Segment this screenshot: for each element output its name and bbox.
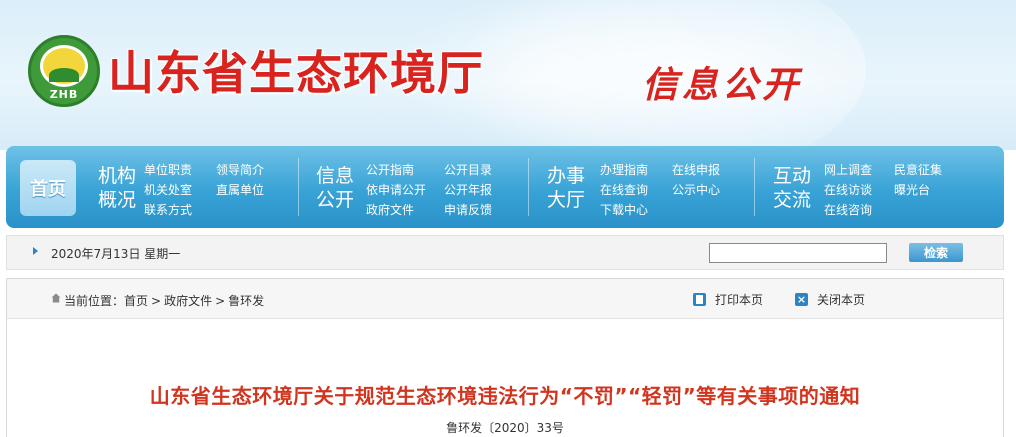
breadcrumb-separator: >: [151, 294, 162, 308]
main-nav: 首页 机构 概况 单位职责 领导简介 机关处室 直属单位 联系方式 信息 公开 …: [6, 146, 1004, 228]
breadcrumb: 当前位置：首页 > 政府文件 > 鲁环发: [64, 292, 264, 309]
search-button[interactable]: 检索: [909, 243, 963, 262]
page: ZHB 山东省生态环境厅 信息公开 首页 机构 概况 单位职责 领导简介 机关处…: [0, 0, 1016, 437]
nav-group-organization: 机构 概况 单位职责 领导简介 机关处室 直属单位 联系方式: [94, 146, 294, 228]
nav-item-disclosure-guide[interactable]: 公开指南: [366, 161, 414, 178]
logo-text: ZHB: [49, 88, 79, 101]
close-page-button[interactable]: × 关闭本页: [795, 291, 865, 308]
site-logo[interactable]: ZHB: [28, 35, 100, 107]
nav-item-publicity-center[interactable]: 公示中心: [672, 181, 720, 198]
breadcrumb-current[interactable]: 鲁环发: [228, 294, 264, 308]
nav-divider: [528, 158, 529, 216]
home-icon: [51, 293, 61, 303]
nav-item-annual-report[interactable]: 公开年报: [444, 181, 492, 198]
nav-divider: [298, 158, 299, 216]
arrow-right-icon: [33, 247, 38, 255]
nav-item-public-opinion[interactable]: 民意征集: [894, 161, 942, 178]
nav-item-online-consultation[interactable]: 在线咨询: [824, 201, 872, 218]
breadcrumb-bar: 当前位置：首页 > 政府文件 > 鲁环发 打印本页 × 关闭本页: [7, 279, 1003, 319]
nav-item-online-query[interactable]: 在线查询: [600, 181, 648, 198]
nav-item-disclosure-catalog[interactable]: 公开目录: [444, 161, 492, 178]
nav-item-download-center[interactable]: 下载中心: [600, 201, 648, 218]
nav-item-leaders[interactable]: 领导简介: [216, 161, 264, 178]
print-page-button[interactable]: 打印本页: [693, 291, 763, 308]
site-title[interactable]: 山东省生态环境厅: [108, 37, 484, 103]
nav-item-online-survey[interactable]: 网上调查: [824, 161, 872, 178]
print-page-label: 打印本页: [715, 293, 764, 307]
nav-group-disclosure: 信息 公开 公开指南 公开目录 依申请公开 公开年报 政府文件 申请反馈: [314, 146, 524, 228]
article-title: 山东省生态环境厅关于规范生态环境违法行为“不罚”“轻罚”等有关事项的通知: [149, 384, 861, 408]
close-icon: ×: [795, 293, 808, 306]
nav-group-interaction: 互动 交流 网上调查 民意征集 在线访谈 曝光台 在线咨询: [770, 146, 970, 228]
nav-item-contact[interactable]: 联系方式: [144, 201, 192, 218]
site-banner: ZHB 山东省生态环境厅 信息公开: [0, 0, 1016, 150]
nav-item-exposure-platform[interactable]: 曝光台: [894, 181, 930, 198]
nav-group-service-hall: 办事 大厅 办理指南 在线申报 在线查询 公示中心 下载中心: [544, 146, 744, 228]
nav-item-service-guide[interactable]: 办理指南: [600, 161, 648, 178]
breadcrumb-home-link[interactable]: 首页: [124, 294, 148, 308]
breadcrumb-separator: >: [215, 294, 226, 308]
nav-item-unit-duties[interactable]: 单位职责: [144, 161, 192, 178]
nav-item-online-interview[interactable]: 在线访谈: [824, 181, 872, 198]
printer-icon: [693, 293, 706, 306]
close-page-label: 关闭本页: [817, 293, 866, 307]
section-title: 信息公开: [642, 65, 803, 106]
date-search-bar: 2020年7月13日 星期一 检索: [6, 235, 1004, 270]
article-panel: 当前位置：首页 > 政府文件 > 鲁环发 打印本页 × 关闭本页 山东省生态环境厅关于规…: [6, 278, 1004, 437]
search-input[interactable]: [709, 243, 887, 263]
nav-divider: [754, 158, 755, 216]
nav-item-affiliated-units[interactable]: 直属单位: [216, 181, 264, 198]
breadcrumb-prefix: 当前位置：: [64, 294, 125, 308]
nav-group-title[interactable]: 信息 公开: [315, 164, 355, 212]
nav-item-government-documents[interactable]: 政府文件: [366, 201, 414, 218]
breadcrumb-documents-link[interactable]: 政府文件: [164, 294, 212, 308]
current-date: 2020年7月13日 星期一: [51, 247, 181, 261]
nav-home-button[interactable]: 首页: [20, 160, 76, 216]
nav-item-request-feedback[interactable]: 申请反馈: [444, 201, 492, 218]
nav-group-title[interactable]: 互动 交流: [772, 164, 812, 212]
nav-item-request-disclosure[interactable]: 依申请公开: [366, 181, 426, 198]
document-number: 鲁环发〔2020〕33号: [446, 421, 564, 435]
nav-group-title[interactable]: 办事 大厅: [546, 164, 586, 212]
nav-item-online-application[interactable]: 在线申报: [672, 161, 720, 178]
nav-item-departments[interactable]: 机关处室: [144, 181, 192, 198]
nav-group-title[interactable]: 机构 概况: [97, 164, 137, 212]
